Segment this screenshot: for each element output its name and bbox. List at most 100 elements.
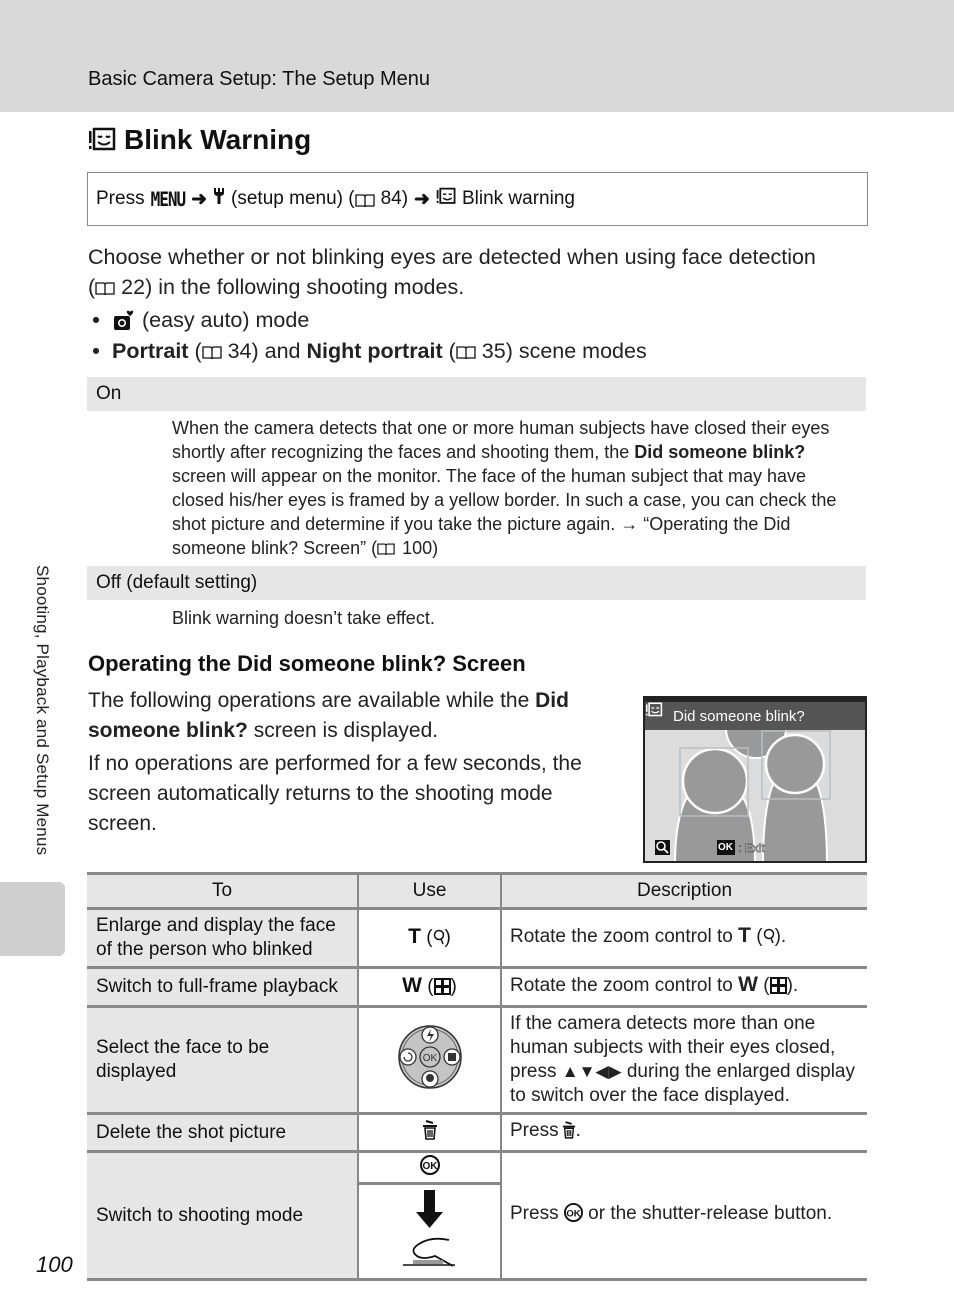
cell-to: Switch to shooting mode — [87, 1151, 359, 1281]
side-chapter-label: Shooting, Playback and Setup Menus — [33, 565, 52, 856]
camera-screen-illustration: Did someone blink? OK : Exit — [643, 696, 867, 863]
table-row: Switch to shooting mode OK Press OK or t… — [87, 1151, 867, 1281]
zoom-wide-label: W — [402, 973, 422, 997]
night-portrait-page-ref: 35) scene modes — [481, 339, 647, 363]
page-number: 100 — [36, 1252, 73, 1277]
use-ok-subcell: OK — [359, 1153, 500, 1185]
option-off-header: Off (default setting) — [87, 566, 866, 600]
multi-selector-icon: OK — [397, 1024, 463, 1096]
easy-auto-icon — [112, 310, 134, 332]
column-header-to: To — [87, 872, 359, 910]
portrait-label: Portrait — [112, 339, 189, 363]
easy-auto-text: (easy auto) mode — [142, 308, 310, 332]
arrow-right-icon: ➜ — [191, 188, 208, 210]
cell-description: If the camera detects more than one huma… — [501, 1006, 867, 1115]
screen-title-bar: Did someone blink? — [645, 698, 865, 730]
setup-menu-label: (setup menu) ( — [231, 188, 355, 209]
intro-page-ref: 22) in the following shooting modes. — [121, 275, 465, 299]
intro-line-2: ( 22) in the following shooting modes. — [88, 272, 868, 302]
intro-paragraph: Choose whether or not blinking eyes are … — [88, 242, 868, 302]
blink-warning-icon — [436, 187, 456, 212]
side-chapter-tab — [0, 882, 65, 956]
cell-description: Press. — [501, 1113, 867, 1153]
table-row: Enlarge and display the face of the pers… — [87, 908, 867, 969]
paren: ( — [442, 339, 456, 363]
cell-description: Rotate the zoom control to T (). — [501, 908, 867, 969]
direction-arrows-icon: ▲▼◀▶ — [561, 1062, 622, 1081]
desc-bold: Did someone blink? — [634, 442, 806, 462]
night-portrait-label: Night portrait — [306, 339, 443, 363]
operations-table: To Use Description Enlarge and display t… — [87, 872, 867, 1281]
cell-to: Select the face to be displayed — [87, 1006, 359, 1115]
column-header-description: Description — [501, 872, 867, 910]
intro-line-1: Choose whether or not blinking eyes are … — [88, 245, 816, 269]
para-text: The following operations are available w… — [88, 689, 536, 712]
cell-use: OK — [358, 1151, 502, 1281]
zoom-in-icon — [433, 929, 445, 952]
para-text: screen is displayed. — [247, 719, 439, 742]
page-title: Blink Warning — [88, 124, 311, 156]
blink-warning-item-label: Blink warning — [461, 188, 575, 209]
cell-to: Delete the shot picture — [87, 1113, 359, 1153]
portrait-page-ref: 34) and — [227, 339, 307, 363]
book-reference-icon — [354, 192, 375, 207]
cell-description: Rotate the zoom control to W (). — [501, 967, 867, 1008]
cell-description: Press OK or the shutter-release button. — [501, 1151, 867, 1281]
zoom-in-icon — [763, 928, 775, 952]
ok-button-icon: OK — [419, 1154, 440, 1181]
operating-paragraph-2: If no operations are performed for a few… — [88, 752, 582, 835]
book-reference-icon — [456, 338, 476, 360]
section-heading: Operating the Did someone blink? Screen — [88, 651, 526, 676]
cell-to: Switch to full-frame playback — [87, 967, 359, 1008]
operating-paragraph-1: The following operations are available w… — [88, 686, 608, 746]
cell-use: W () — [358, 967, 502, 1008]
thumbnail-icon — [433, 977, 451, 1001]
zoom-tele-label: T — [738, 924, 751, 947]
mode-bullet-list: • (easy auto) mode • Portrait ( 34) and … — [88, 305, 647, 367]
arrow-right-icon: ➜ — [414, 188, 430, 210]
blink-warning-icon — [88, 127, 116, 153]
table-row: Delete the shot picture Press. — [87, 1113, 867, 1153]
page-title-text: Blink Warning — [124, 124, 312, 155]
column-header-use: Use — [358, 872, 502, 910]
wrench-icon — [213, 187, 225, 211]
table-row: Switch to full-frame playback W () Rotat… — [87, 967, 867, 1008]
option-on-header: On — [87, 377, 866, 411]
menu-button-label: MENU — [150, 187, 187, 211]
trash-icon — [562, 1121, 576, 1146]
bullet: • — [92, 339, 100, 363]
svg-text:OK: OK — [422, 1053, 437, 1064]
table-header-row: To Use Description — [87, 872, 867, 910]
table-row: Select the face to be displayed OK If th… — [87, 1006, 867, 1115]
menu-path-box: Press MENU ➜ (setup menu) ( 84) ➜ Blink … — [87, 172, 868, 226]
setup-page-ref: 84) — [380, 188, 409, 209]
section-title: Basic Camera Setup: The Setup Menu — [88, 68, 431, 90]
paren: ( — [88, 275, 96, 299]
press-label: Press — [96, 188, 145, 209]
cell-use: OK — [358, 1006, 502, 1115]
book-reference-icon — [95, 274, 115, 296]
zoom-tele-label: T — [408, 924, 421, 948]
desc-text: Press — [510, 1120, 559, 1141]
option-off-description: Blink warning doesn’t take effect. — [172, 608, 435, 628]
ok-button-icon: OK — [563, 1203, 583, 1229]
desc-text: or the shutter-release button. — [588, 1203, 833, 1224]
ok-label: OK — [718, 842, 733, 853]
list-item: • (easy auto) mode — [88, 305, 647, 336]
page-header-band: Basic Camera Setup: The Setup Menu — [0, 0, 954, 112]
cell-to: Enlarge and display the face of the pers… — [87, 908, 359, 969]
book-reference-icon — [201, 338, 222, 360]
cell-use — [358, 1113, 502, 1153]
desc-text: screen will appear on the monitor. The f… — [172, 466, 837, 558]
book-reference-icon — [377, 538, 397, 555]
cell-use: T () — [358, 908, 502, 969]
bullet: • — [92, 308, 100, 332]
desc-page-ref: 100) — [402, 538, 439, 558]
desc-text: Rotate the zoom control to — [510, 926, 733, 947]
zoom-wide-label: W — [738, 973, 758, 996]
exit-label: : Exit — [738, 841, 765, 856]
use-shutter-subcell — [359, 1185, 500, 1278]
list-item: • Portrait ( 34) and Night portrait ( 35… — [88, 336, 647, 367]
thumbnail-icon — [769, 977, 787, 1001]
desc-text: Press — [510, 1203, 559, 1224]
